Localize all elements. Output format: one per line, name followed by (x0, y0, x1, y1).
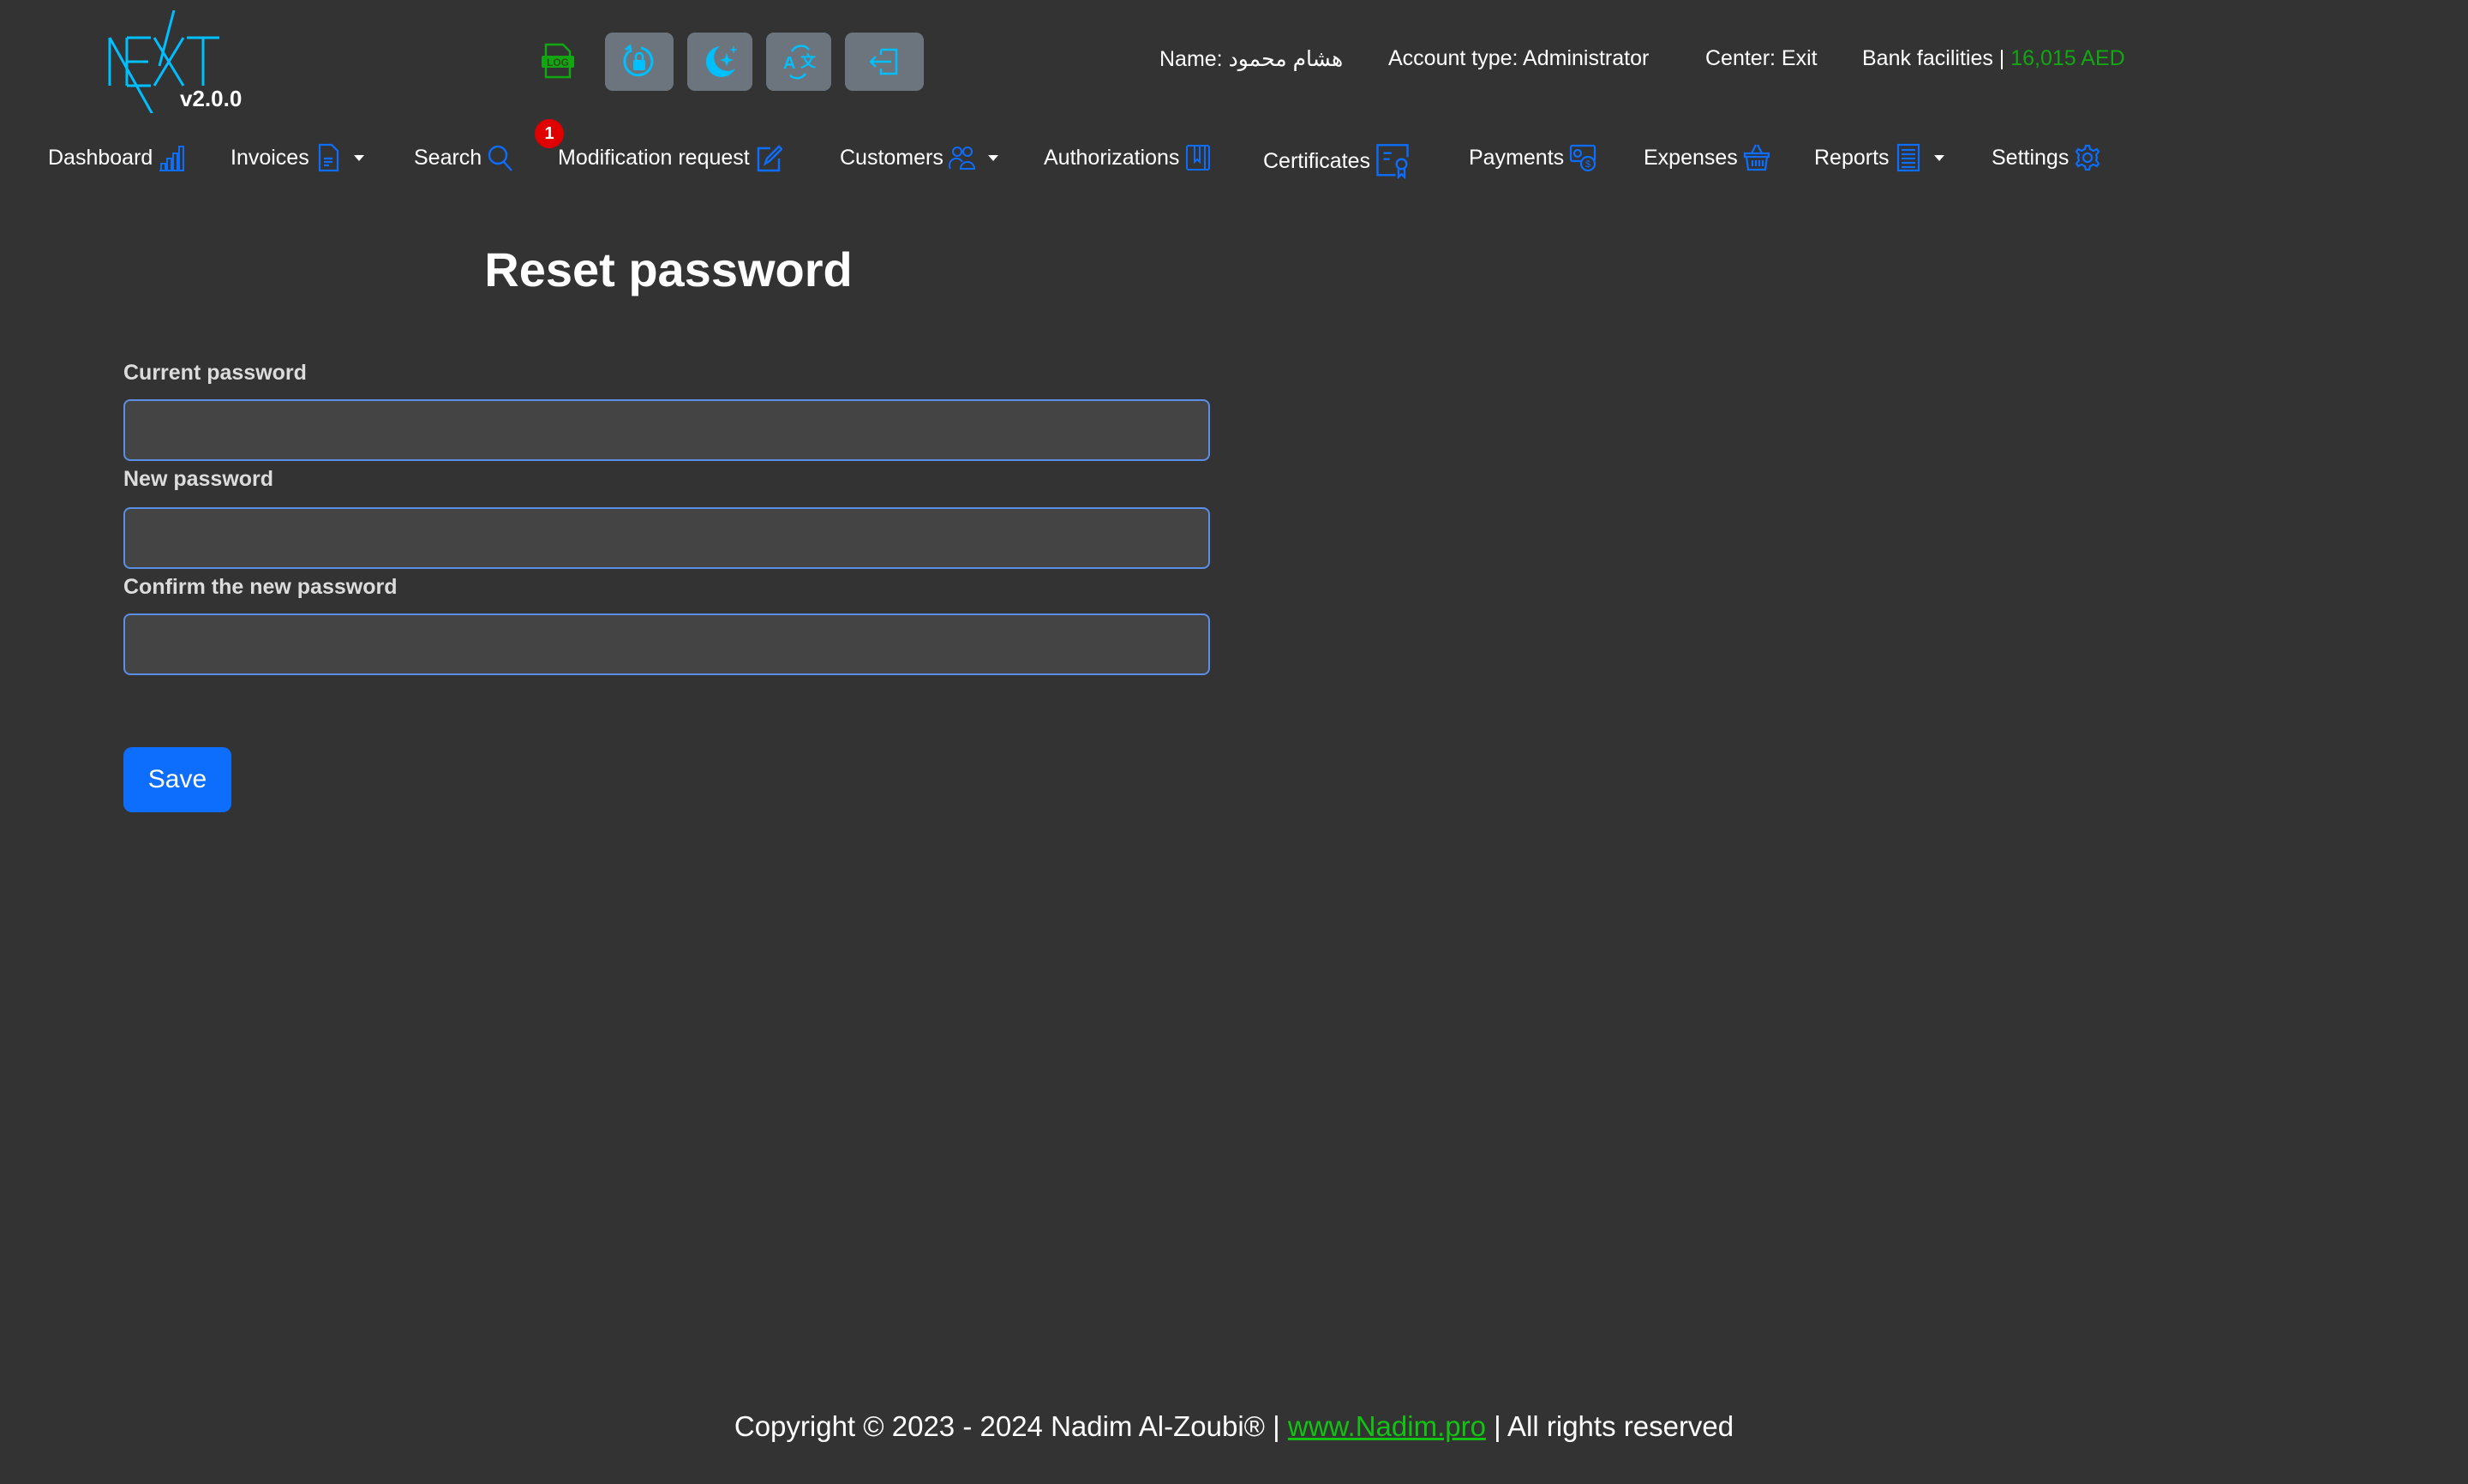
footer: Copyright © 2023 - 2024 Nadim Al-Zoubi® … (0, 1410, 2468, 1443)
language-button[interactable]: A 文 (766, 33, 831, 91)
nav-label: Reports (1814, 145, 1890, 170)
svg-text:A: A (783, 54, 795, 73)
nav-label: Modification request (558, 145, 750, 170)
app-version: v2.0.0 (180, 86, 243, 111)
nav-modification-request[interactable]: Modification request (558, 139, 782, 177)
nav-invoices[interactable]: Invoices (231, 139, 364, 177)
bar-chart-icon (159, 146, 185, 171)
nav-settings[interactable]: Settings (1992, 139, 2101, 177)
gear-icon (2075, 144, 2100, 171)
reset-password-button[interactable] (605, 33, 674, 91)
nav-search[interactable]: Search (414, 139, 514, 177)
book-icon (1186, 145, 1211, 171)
chevron-down-icon (353, 154, 364, 161)
footer-copyright: Copyright © 2023 - 2024 Nadim Al-Zoubi® … (734, 1410, 1288, 1442)
footer-rights: | All rights reserved (1485, 1410, 1734, 1442)
chevron-down-icon (1933, 154, 1944, 161)
log-file-icon[interactable]: LOG (542, 43, 574, 79)
new-password-label: New password (123, 467, 274, 491)
document-icon (318, 143, 338, 172)
dark-mode-button[interactable] (687, 33, 752, 91)
edit-icon (757, 145, 782, 172)
bank-facilities-label: Bank facilities | (1862, 46, 2005, 70)
footer-website-link[interactable]: www.Nadim.pro (1288, 1410, 1486, 1442)
svg-text:$: $ (1585, 159, 1590, 170)
bank-facilities-amount: 16,015 AED (2010, 46, 2125, 70)
nav-label: Search (414, 145, 482, 170)
current-password-input[interactable] (123, 399, 1210, 461)
page-title: Reset password (484, 242, 853, 296)
chevron-down-icon (987, 154, 998, 161)
nav-payments[interactable]: Payments $ (1469, 139, 1596, 177)
nav-reports[interactable]: Reports (1814, 139, 1944, 177)
nav-label: Invoices (231, 145, 309, 170)
translate-icon: A 文 (783, 45, 817, 80)
save-button[interactable]: Save (123, 747, 231, 812)
basket-icon (1743, 144, 1770, 171)
confirm-password-label: Confirm the new password (123, 575, 398, 599)
users-icon (948, 147, 975, 170)
new-password-input[interactable] (123, 507, 1210, 569)
logout-button[interactable] (845, 33, 924, 91)
nav-dashboard[interactable]: Dashboard (48, 139, 185, 177)
nav-expenses[interactable]: Expenses (1644, 139, 1770, 177)
nav-label: Settings (1992, 145, 2070, 170)
search-icon (488, 145, 513, 171)
svg-text:LOG: LOG (547, 57, 569, 69)
logout-icon (869, 48, 898, 75)
nav-authorizations[interactable]: Authorizations (1044, 139, 1212, 177)
nav-label: Dashboard (48, 145, 153, 170)
confirm-password-input[interactable] (123, 613, 1210, 675)
nav-label: Customers (840, 145, 943, 170)
current-password-label: Current password (123, 361, 307, 385)
user-name: Name: هشام محمود (1159, 47, 1344, 71)
nav-label: Certificates (1263, 148, 1371, 173)
bank-facilities: Bank facilities | 16,015 AED (1862, 46, 2125, 71)
moon-stars-icon (705, 45, 738, 77)
nav-certificates[interactable]: Certificates (1263, 142, 1410, 180)
app-logo[interactable]: v2.0.0 (101, 9, 273, 118)
nav-label: Authorizations (1044, 145, 1180, 170)
nav-label: Expenses (1644, 145, 1738, 170)
svg-text:文: 文 (800, 52, 817, 70)
nav-label: Payments (1469, 145, 1565, 170)
certificate-icon (1376, 144, 1409, 179)
center-info: Center: Exit (1705, 46, 1818, 70)
cash-icon: $ (1570, 144, 1596, 172)
nav-customers[interactable]: Customers (840, 139, 998, 177)
receipt-icon (1896, 143, 1920, 172)
lock-reset-icon (623, 44, 654, 77)
account-type: Account type: Administrator (1388, 46, 1650, 70)
